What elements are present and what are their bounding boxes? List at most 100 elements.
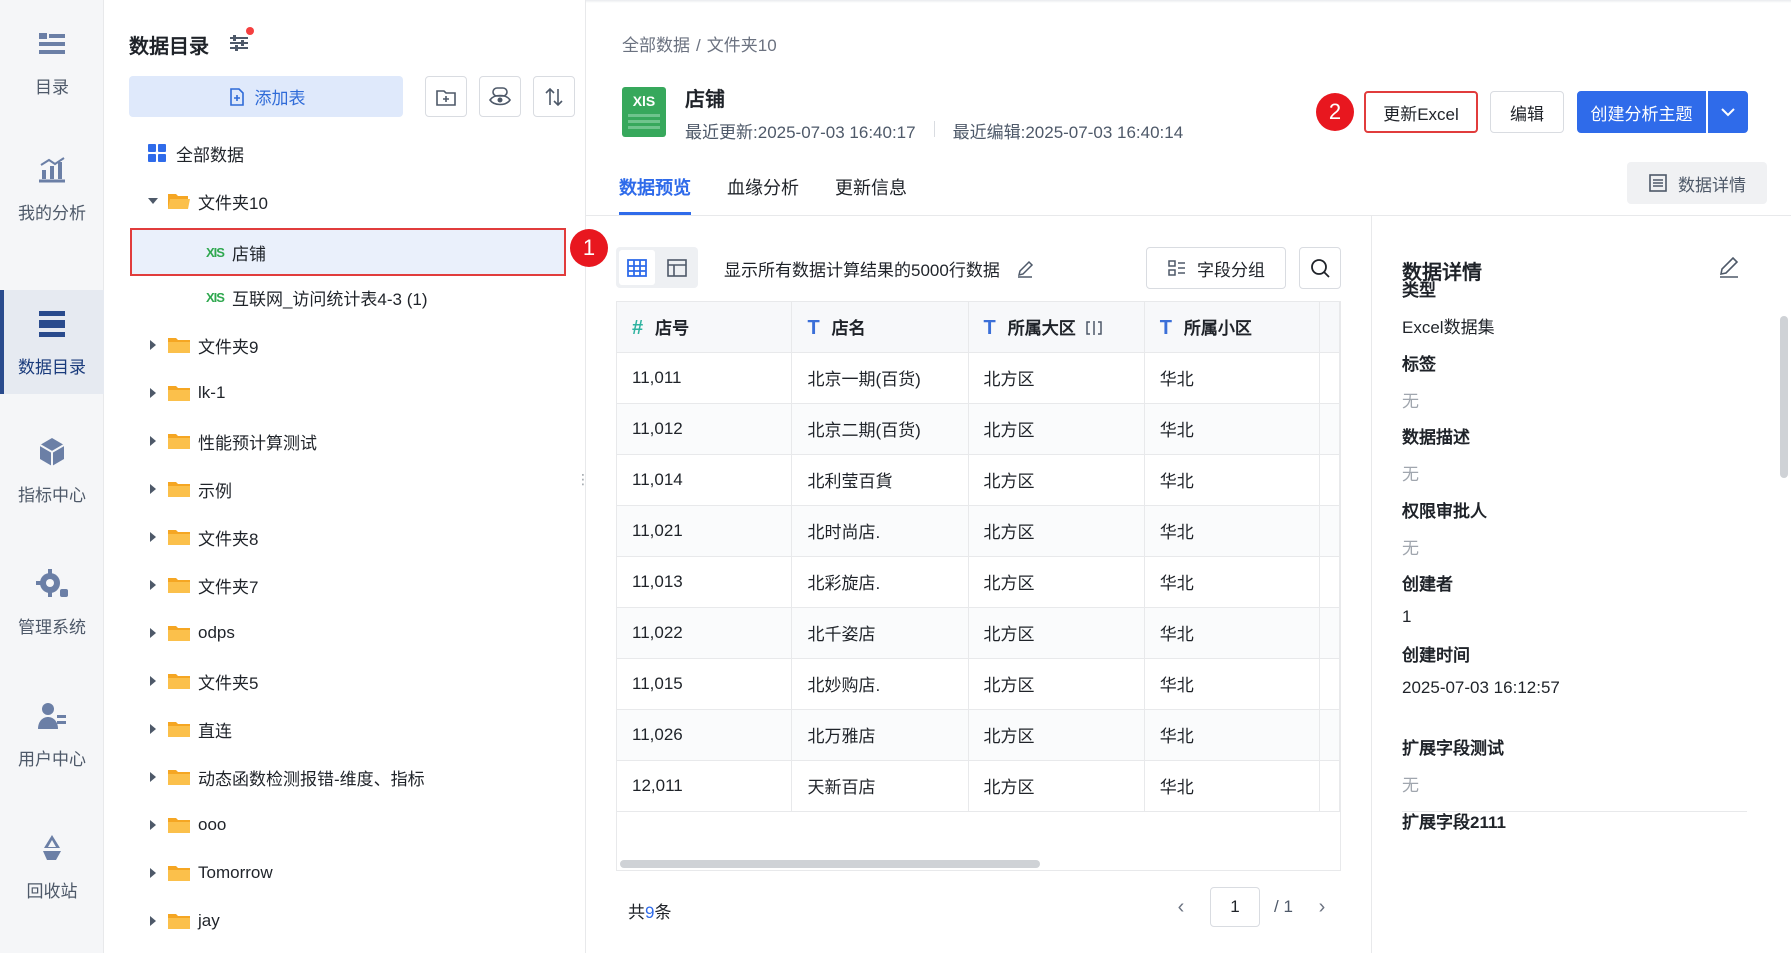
field-group-label: 字段分组 <box>1197 260 1265 280</box>
folder-icon <box>168 866 190 881</box>
search-icon <box>1311 259 1330 278</box>
create-topic-button[interactable]: 创建分析主题 <box>1577 91 1706 133</box>
create-topic-dropdown[interactable] <box>1708 91 1748 133</box>
tree-node-folder[interactable]: lk-1 <box>104 373 574 413</box>
add-table-button[interactable]: 添加表 <box>129 76 403 117</box>
data-preview-table: # 店号 T 店名 T 所属大区 T 所属小区 11,011 北京一期(百货) 北方区 华北 1… <box>616 301 1341 871</box>
tree-node-folder[interactable]: 文件夹5 <box>104 661 574 701</box>
tree-node-folder[interactable]: 示例 <box>104 469 574 509</box>
tree-node-folder[interactable]: 性能预计算测试 <box>104 421 574 461</box>
breadcrumb-current[interactable]: 文件夹10 <box>707 36 777 55</box>
tree-node-folder[interactable]: odps <box>104 613 574 653</box>
rail-label: 指标中心 <box>18 485 86 505</box>
vertical-scrollbar[interactable] <box>1780 316 1788 478</box>
table-cell: 北方区 <box>968 505 1145 557</box>
column-resize-icon[interactable] <box>1084 318 1104 338</box>
data-detail-panel: 数据详情 类型 Excel数据集 标签无数据描述无权限审批人无创建者 1 创建时间 202… <box>1372 216 1791 953</box>
table-row[interactable]: 11,011 北京一期(百货) 北方区 华北 <box>617 352 1340 404</box>
table-row[interactable]: 11,012 北京二期(百货) 北方区 华北 <box>617 403 1340 455</box>
tree-node-dataset[interactable]: XIS 互联网_访问统计表4-3 (1) <box>104 277 574 317</box>
tree-node-folder[interactable]: 文件夹8 <box>104 517 574 557</box>
tree-node-folder[interactable]: 文件夹7 <box>104 565 574 605</box>
rail-item-user-center[interactable]: 用户中心 <box>0 682 104 786</box>
table-row[interactable]: 12,011 天新百店 北方区 华北 <box>617 760 1340 812</box>
detail-field-value: 无 <box>1402 539 1419 558</box>
detail-field: 创建时间 2025-07-03 16:12:57 <box>1402 641 1560 698</box>
table-row[interactable]: 11,014 北利莹百貨 北方区 华北 <box>617 454 1340 506</box>
tree-node-dataset-selected[interactable]: XIS 店铺 <box>130 228 566 276</box>
detail-field: 数据描述无 <box>1402 423 1470 485</box>
table-cell: 华北 <box>1144 709 1321 761</box>
rail-item-metrics[interactable]: 指标中心 <box>0 418 104 522</box>
caret-right-icon <box>150 340 156 350</box>
tree-node-all-data[interactable]: 全部数据 <box>104 133 574 173</box>
detail-field: 创建者 1 <box>1402 570 1453 627</box>
tree-node-folder[interactable]: Tomorrow <box>104 853 574 893</box>
tree-node-folder[interactable]: ooo <box>104 805 574 845</box>
caret-right-icon <box>150 532 156 542</box>
column-header-subregion[interactable]: T 所属小区 <box>1144 302 1321 353</box>
cube-icon <box>39 437 65 466</box>
table-row[interactable]: 11,021 北时尚店. 北方区 华北 <box>617 505 1340 557</box>
rail-item-data-catalog[interactable]: 数据目录 <box>0 290 104 394</box>
tree-node-label: 互联网_访问统计表4-3 (1) <box>231 289 428 309</box>
table-row[interactable]: 11,026 北万雅店 北方区 华北 <box>617 709 1340 761</box>
tab-data-preview[interactable]: 数据预览 <box>619 174 691 215</box>
detail-field-key: 创建者 <box>1402 575 1453 594</box>
table-row[interactable]: 11,013 北彩旋店. 北方区 华北 <box>617 556 1340 608</box>
folder-icon <box>168 914 190 929</box>
table-row[interactable]: 11,022 北千姿店 北方区 华北 <box>617 607 1340 659</box>
horizontal-scrollbar[interactable] <box>620 860 1040 868</box>
tree-node-folder[interactable]: 直连 <box>104 709 574 749</box>
rail-item-my-analysis[interactable]: 我的分析 <box>0 136 104 240</box>
table-cell: 11,013 <box>617 556 793 608</box>
edit-pencil-icon[interactable] <box>1015 259 1035 279</box>
tab-lineage[interactable]: 血缘分析 <box>727 174 799 215</box>
view-visibility-button[interactable] <box>479 76 521 117</box>
page-total: / 1 <box>1274 897 1293 916</box>
new-folder-button[interactable] <box>425 76 467 117</box>
xls-icon: XIS <box>206 244 225 260</box>
text-type-icon: T <box>1159 316 1172 339</box>
rail-item-catalog[interactable]: 目录 <box>0 10 104 114</box>
caret-right-icon <box>150 628 156 638</box>
tree-node-label: 示例 <box>198 481 232 501</box>
tree-node-folder[interactable]: jay <box>104 901 574 941</box>
detail-field: 标签无 <box>1402 350 1436 412</box>
add-table-label: 添加表 <box>254 89 306 108</box>
layout-view-button[interactable] <box>659 250 695 285</box>
rail-label: 我的分析 <box>18 203 86 223</box>
table-row[interactable]: 11,015 北妙购店. 北方区 华北 <box>617 658 1340 710</box>
sort-button[interactable] <box>533 76 575 117</box>
next-page-button[interactable]: › <box>1307 896 1337 919</box>
search-button[interactable] <box>1299 247 1341 289</box>
row-count: 共9条 <box>628 898 671 923</box>
rail-item-recycle[interactable]: 回收站 <box>0 814 104 918</box>
breadcrumb-root[interactable]: 全部数据 <box>622 36 690 55</box>
table-cell-overflow <box>1319 505 1340 557</box>
table-cell: 华北 <box>1144 760 1321 812</box>
field-group-button[interactable]: 字段分组 <box>1146 247 1286 289</box>
table-cell: 北彩旋店. <box>791 556 969 608</box>
edit-button[interactable]: 编辑 <box>1490 91 1564 133</box>
column-header-store-name[interactable]: T 店名 <box>791 302 969 353</box>
column-header-store-no[interactable]: # 店号 <box>617 302 793 353</box>
rail-item-admin[interactable]: 管理系统 <box>0 550 104 654</box>
table-cell: 华北 <box>1144 352 1321 404</box>
update-excel-button[interactable]: 更新Excel <box>1364 91 1478 133</box>
last-edit-label: 最近编辑: <box>952 123 1026 142</box>
column-header-region[interactable]: T 所属大区 <box>968 302 1145 353</box>
page-input[interactable]: 1 <box>1210 887 1260 927</box>
tree-node-folder[interactable]: 文件夹10 <box>104 181 574 221</box>
prev-page-button[interactable]: ‹ <box>1166 896 1196 919</box>
data-detail-toggle[interactable]: 数据详情 <box>1627 162 1767 204</box>
tab-update-info[interactable]: 更新信息 <box>835 174 907 215</box>
folder-icon <box>168 626 190 641</box>
tree-node-folder[interactable]: 动态函数检测报错-维度、指标 <box>104 757 574 797</box>
edit-pencil-icon[interactable] <box>1716 254 1742 280</box>
tree-node-folder[interactable]: 文件夹9 <box>104 325 574 365</box>
tree-node-label: 动态函数检测报错-维度、指标 <box>198 769 425 789</box>
table-cell: 北万雅店 <box>791 709 969 761</box>
grid-view-button[interactable] <box>619 250 655 285</box>
tab-bar: 数据预览 血缘分析 更新信息 <box>619 174 907 215</box>
